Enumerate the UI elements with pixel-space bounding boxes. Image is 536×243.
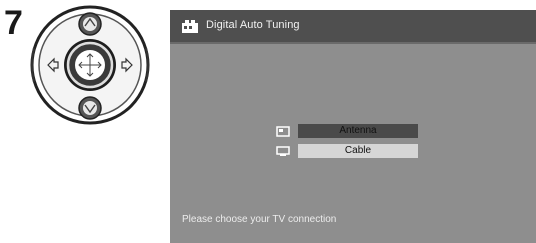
option-cable[interactable]: Cable — [298, 144, 418, 158]
hint-text: Please choose your TV connection — [182, 214, 337, 225]
cable-icon — [276, 146, 290, 156]
step-number: 7 — [4, 4, 23, 42]
remote-control-dial — [30, 5, 150, 125]
up-arrow-button[interactable] — [78, 12, 102, 36]
option-antenna[interactable]: Antenna — [298, 124, 418, 138]
antenna-icon — [276, 126, 290, 137]
enter-button[interactable] — [64, 39, 116, 91]
tv-screen: Digital Auto Tuning Antenna Cable Please… — [170, 10, 536, 243]
screen-title: Digital Auto Tuning — [206, 19, 300, 31]
title-bar: Digital Auto Tuning — [170, 10, 536, 44]
tuning-icon — [182, 20, 198, 33]
down-arrow-button[interactable] — [78, 96, 102, 120]
